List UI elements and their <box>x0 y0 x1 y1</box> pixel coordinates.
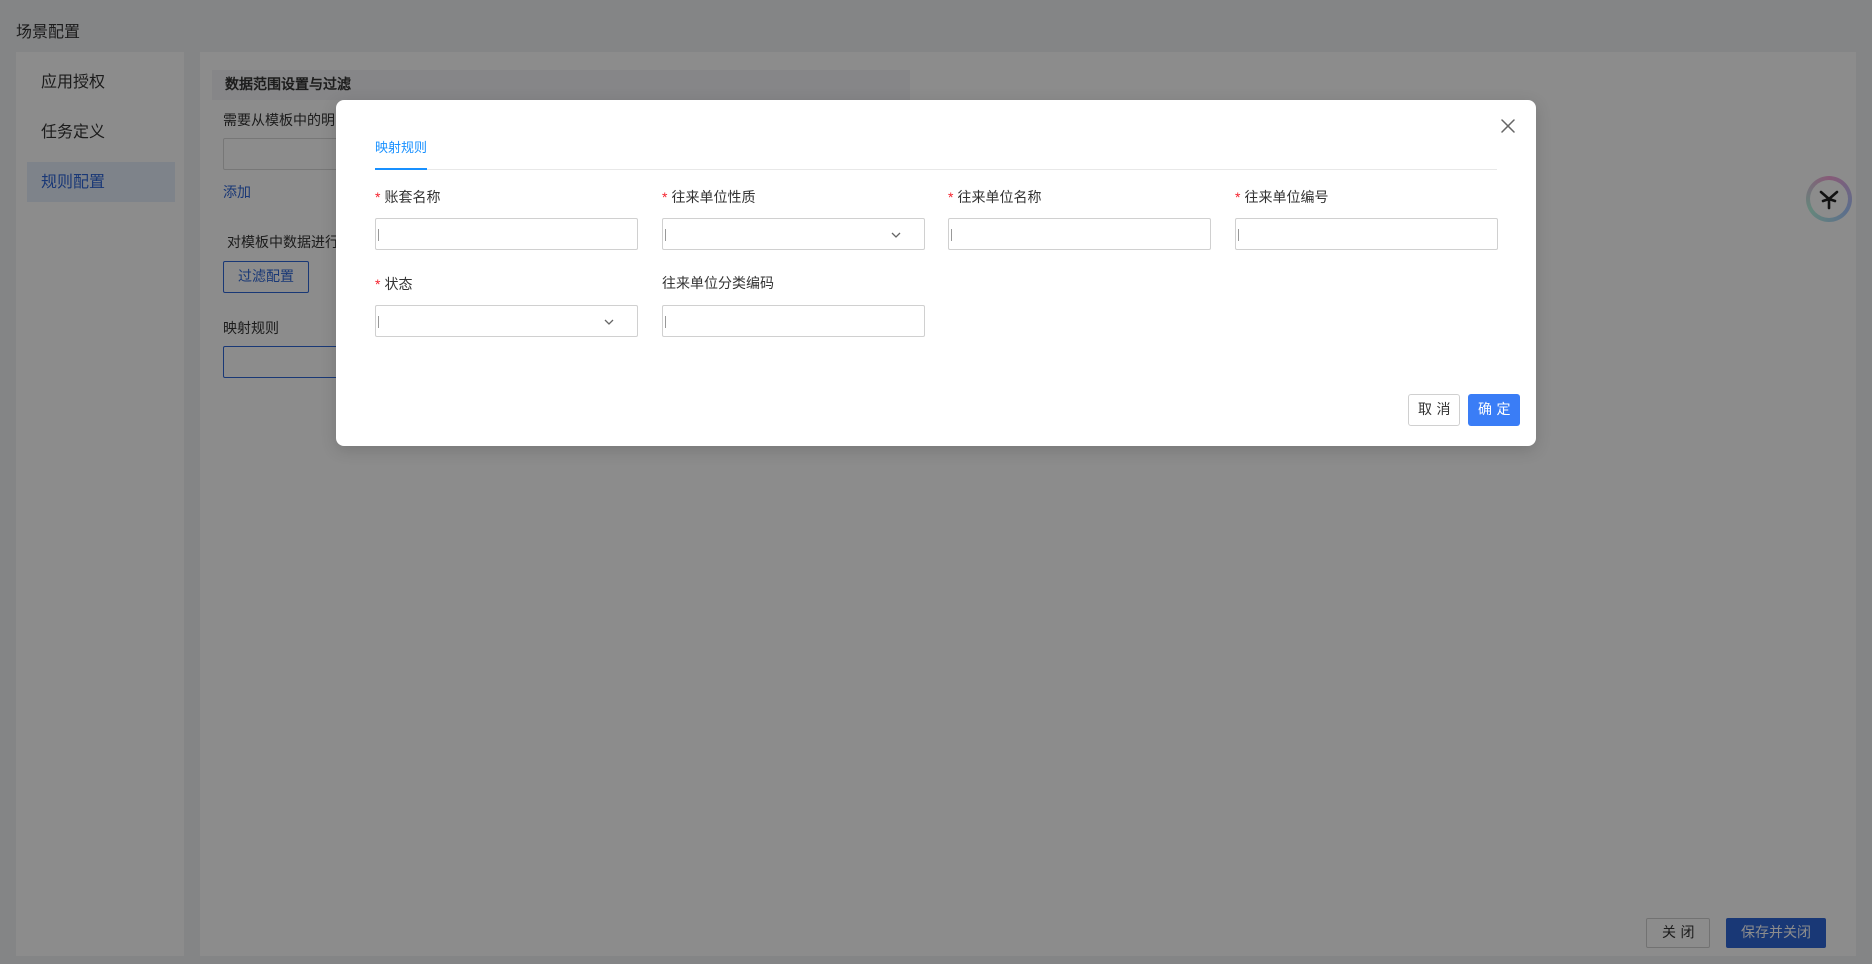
field-label: 往来单位分类编码 <box>662 276 774 292</box>
partner-code-input[interactable] <box>1235 218 1498 250</box>
partner-nature-select[interactable] <box>662 218 925 250</box>
form-item-partner-name: * 往来单位名称 <box>948 186 1211 250</box>
status-select[interactable] <box>375 305 638 337</box>
required-mark: * <box>375 276 381 292</box>
tab-mapping-rule[interactable]: 映射规则 <box>375 134 428 170</box>
form-item-partner-code: * 往来单位编号 <box>1235 186 1498 250</box>
required-mark: * <box>948 189 954 205</box>
text-caret <box>951 229 952 241</box>
close-icon[interactable] <box>1498 116 1518 136</box>
form-item-account-set: * 账套名称 <box>375 186 638 250</box>
partner-name-input[interactable] <box>948 218 1211 250</box>
required-mark: * <box>662 189 668 205</box>
chevron-down-icon <box>604 319 614 325</box>
field-label: * 往来单位名称 <box>948 189 1042 206</box>
required-mark: * <box>1235 189 1241 205</box>
required-mark: * <box>375 189 381 205</box>
text-caret <box>1238 229 1239 241</box>
field-label: * 往来单位编号 <box>1235 189 1329 206</box>
mapping-rule-modal: 映射规则 * 账套名称 * 往来单位性质 * 往来单位名称 * 往来单位编号 * 状态 往… <box>336 100 1536 446</box>
text-caret <box>378 229 379 241</box>
account-set-input[interactable] <box>375 218 638 250</box>
text-caret <box>665 316 666 328</box>
field-label: * 账套名称 <box>375 189 441 206</box>
field-label: * 状态 <box>375 276 413 293</box>
cancel-button[interactable]: 取 消 <box>1408 394 1461 426</box>
modal-tabs: 映射规则 <box>375 134 1497 170</box>
form-item-partner-category-code: 往来单位分类编码 <box>662 273 925 337</box>
text-caret <box>665 229 666 241</box>
form-item-status: * 状态 <box>375 273 638 337</box>
form-item-partner-nature: * 往来单位性质 <box>662 186 925 250</box>
field-label: * 往来单位性质 <box>662 189 756 206</box>
partner-category-code-input[interactable] <box>662 305 925 337</box>
chevron-down-icon <box>891 232 901 238</box>
ok-button[interactable]: 确 定 <box>1468 394 1521 426</box>
text-caret <box>378 316 379 328</box>
